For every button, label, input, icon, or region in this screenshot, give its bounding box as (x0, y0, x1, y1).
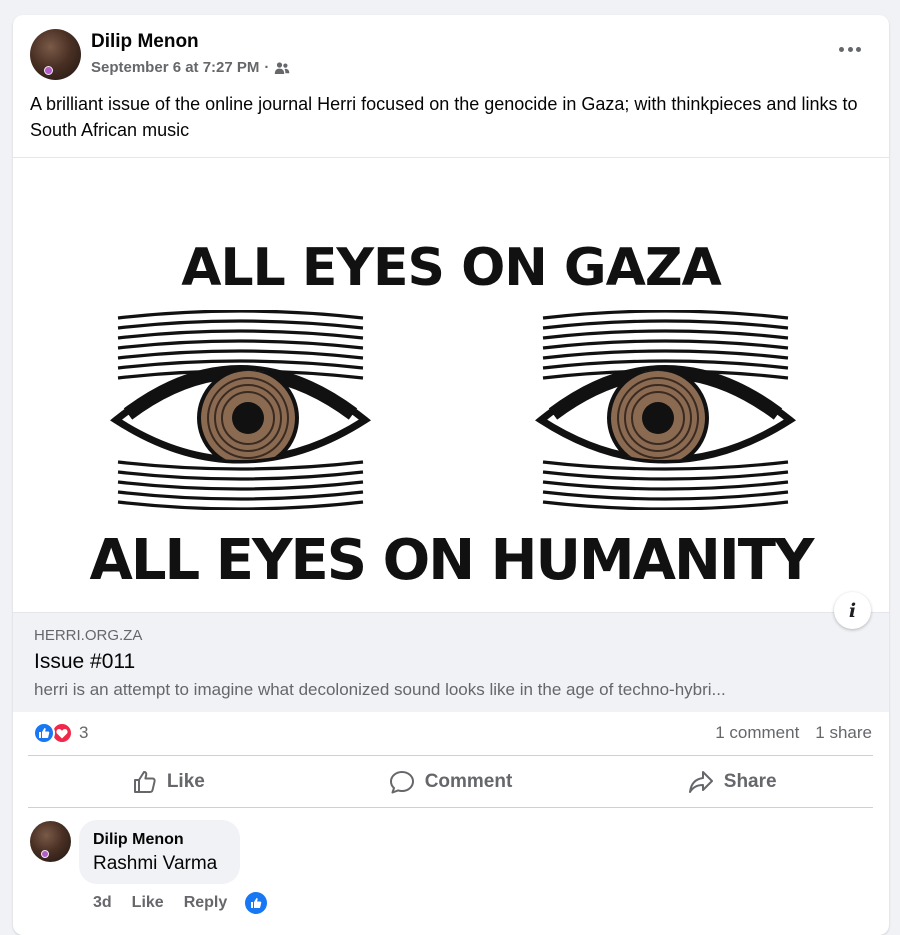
image-headline-bottom: ALL EYES ON HUMANITY (89, 528, 815, 593)
link-description: herri is an attempt to imagine what deco… (34, 680, 726, 699)
comment-button-label: Comment (424, 771, 513, 792)
post-actions-bar: Like Comment Share (28, 757, 873, 807)
comment-item: Dilip Menon Rashmi Varma 3d Like Reply (13, 815, 889, 925)
like-reaction-icon (33, 722, 55, 744)
post-header: Dilip Menon September 6 at 7:27 PM · (13, 15, 889, 95)
like-button-label: Like (166, 771, 205, 792)
post-stats: 3 1 comment 1 share (13, 715, 889, 755)
share-button-label: Share (723, 771, 777, 792)
more-options-icon[interactable] (839, 45, 861, 53)
like-button[interactable]: Like (28, 757, 310, 807)
link-domain: HERRI.ORG.ZA (34, 627, 143, 644)
comment-count-link[interactable]: 1 comment (715, 723, 799, 743)
post-text: A brilliant issue of the online journal … (30, 94, 858, 140)
commenter-avatar[interactable] (30, 821, 71, 862)
comment-author[interactable]: Dilip Menon (93, 831, 184, 849)
comment-age[interactable]: 3d (93, 894, 112, 912)
right-eye-illustration (535, 310, 797, 510)
avatar-status-dot (41, 850, 49, 858)
share-count-link[interactable]: 1 share (815, 723, 872, 743)
info-icon[interactable]: i (834, 592, 871, 629)
comment-bubble: Dilip Menon Rashmi Varma (79, 820, 240, 884)
left-eye-illustration (110, 310, 372, 510)
comment-icon (389, 771, 414, 794)
reaction-count: 3 (79, 723, 89, 742)
author-name[interactable]: Dilip Menon (91, 31, 199, 53)
share-button[interactable]: Share (591, 757, 873, 807)
link-preview[interactable]: HERRI.ORG.ZA Issue #011 herri is an atte… (13, 612, 889, 712)
link-title[interactable]: Issue #011 (34, 650, 135, 674)
avatar-status-dot (44, 66, 53, 75)
comment-like-reaction-icon[interactable] (245, 892, 268, 914)
meta-separator: · (264, 59, 270, 76)
friends-icon[interactable] (274, 61, 290, 75)
share-icon (688, 771, 713, 793)
shared-image[interactable]: ALL EYES ON GAZA ALL EYES ON HUMANITY (13, 157, 889, 612)
comment-text[interactable]: Rashmi Varma (93, 853, 217, 875)
post-timestamp[interactable]: September 6 at 7:27 PM (91, 59, 259, 76)
reactions-summary[interactable]: 3 (33, 722, 88, 744)
post-card: Dilip Menon September 6 at 7:27 PM · A b… (13, 15, 889, 935)
comment-like-button[interactable]: Like (132, 894, 164, 912)
stats-counts: 1 comment 1 share (715, 723, 872, 743)
stats-divider (28, 755, 873, 756)
image-headline-top: ALL EYES ON GAZA (181, 238, 722, 298)
author-avatar[interactable] (30, 29, 81, 80)
actions-divider (28, 807, 873, 808)
comment-button[interactable]: Comment (310, 757, 592, 807)
comment-reply-button[interactable]: Reply (184, 894, 228, 912)
post-meta: September 6 at 7:27 PM · (91, 59, 290, 76)
comment-actions: 3d Like Reply (93, 892, 268, 914)
like-icon (133, 771, 156, 793)
